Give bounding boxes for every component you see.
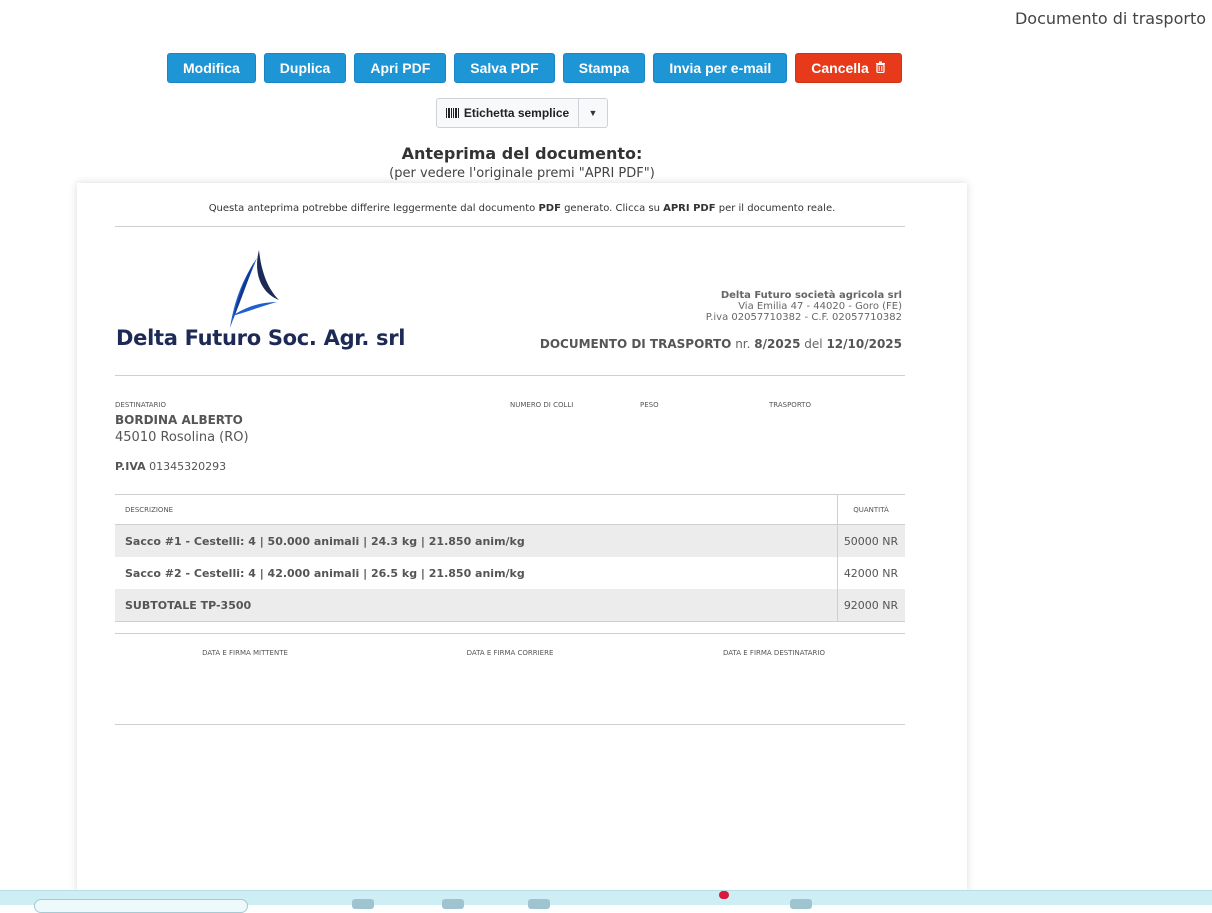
label-packages: NUMERO DI COLLI [510, 401, 574, 409]
delete-button-label: Cancella [811, 60, 869, 76]
carrier-signature-label: DATA E FIRMA CORRIERE [466, 649, 554, 657]
print-button[interactable]: Stampa [562, 53, 646, 83]
label-transport: TRASPORTO [769, 401, 811, 409]
notice-text: per il documento reale. [715, 203, 836, 214]
subtotal-quantity: 92000 NR [837, 589, 905, 622]
divider [115, 375, 905, 376]
recipient-vat: P.IVA 01345320293 [115, 460, 226, 473]
divider [115, 226, 905, 227]
document-number-line: DOCUMENTO DI TRASPORTO nr. 8/2025 del 12… [540, 337, 902, 351]
preview-notice: Questa anteprima potrebbe differire legg… [77, 203, 967, 214]
label-select-value: Etichetta semplice [463, 106, 570, 120]
vat-label: P.IVA [115, 460, 146, 473]
sender-signature-label: DATA E FIRMA MITTENTE [202, 649, 288, 657]
taskbar-app-icon[interactable] [352, 899, 374, 909]
taskbar-app-icon[interactable] [790, 899, 812, 909]
notice-text: Questa anteprima potrebbe differire legg… [208, 203, 539, 214]
delete-button[interactable]: Cancella [795, 53, 902, 83]
table-header-row: DESCRIZIONE QUANTITÀ [115, 494, 905, 525]
edit-button[interactable]: Modifica [167, 53, 256, 83]
column-header-quantity: QUANTITÀ [837, 494, 905, 525]
subtotal-row: SUBTOTALE TP-3500 92000 NR [115, 589, 905, 622]
subtotal-description: SUBTOTALE TP-3500 [115, 589, 838, 622]
page-title: Documento di trasporto [1014, 9, 1206, 28]
table-row: Sacco #1 - Cestelli: 4 | 50.000 animali … [115, 524, 905, 557]
document-date: 12/10/2025 [826, 337, 902, 351]
os-taskbar [0, 890, 1212, 913]
preview-title: Anteprima del documento: [401, 144, 643, 163]
row-quantity: 50000 NR [837, 524, 905, 557]
recipient-name: BORDINA ALBERTO [115, 413, 243, 427]
taskbar-app-icon[interactable] [442, 899, 464, 909]
recipient-city: 45010 Rosolina (RO) [115, 430, 249, 445]
barcode-icon [445, 108, 459, 118]
table-row: Sacco #2 - Cestelli: 4 | 42.000 animali … [115, 557, 905, 589]
save-pdf-button[interactable]: Salva PDF [454, 53, 555, 83]
label-type-select: Etichetta semplice ▼ [436, 98, 608, 128]
open-pdf-button[interactable]: Apri PDF [354, 53, 447, 83]
recipient-signature-label: DATA E FIRMA DESTINATARIO [723, 649, 825, 657]
notice-text: generato. Clicca su [560, 203, 664, 214]
sender-info: Delta Futuro società agricola srl Via Em… [706, 290, 902, 323]
send-email-button[interactable]: Invia per e-mail [653, 53, 788, 83]
column-header-description: DESCRIZIONE [115, 494, 838, 525]
document-preview: Questa anteprima potrebbe differire legg… [77, 183, 967, 893]
row-description: Sacco #2 - Cestelli: 4 | 42.000 animali … [125, 566, 525, 580]
document-type: DOCUMENTO DI TRASPORTO [539, 337, 732, 351]
sender-name: Delta Futuro società agricola srl [720, 290, 902, 301]
label-select-main-button[interactable]: Etichetta semplice [437, 99, 578, 127]
sender-address: Via Emilia 47 - 44020 - Goro (FE) [738, 301, 902, 312]
row-description: Sacco #1 - Cestelli: 4 | 50.000 animali … [115, 524, 838, 557]
divider [115, 724, 905, 725]
doc-date-label: del [804, 337, 823, 351]
vat-number: 01345320293 [149, 460, 227, 473]
notice-pdf: PDF [538, 203, 561, 214]
trash-icon [875, 61, 886, 76]
document-number: 8/2025 [754, 337, 801, 351]
duplicate-button[interactable]: Duplica [263, 53, 347, 83]
company-logo-text: Delta Futuro Soc. Agr. srl [116, 326, 406, 350]
doc-nr-label: nr. [735, 337, 751, 351]
notice-apri-pdf: APRI PDF [663, 203, 716, 214]
divider [115, 633, 905, 634]
preview-subtitle: (per vedere l'originale premi "APRI PDF"… [389, 166, 655, 181]
label-recipient: DESTINATARIO [115, 401, 167, 409]
notification-badge-icon [719, 891, 729, 899]
sender-tax: P.iva 02057710382 - C.F. 02057710382 [705, 312, 902, 323]
caret-down-icon[interactable]: ▼ [578, 99, 607, 127]
items-table: DESCRIZIONE QUANTITÀ Sacco #1 - Cestelli… [115, 494, 905, 622]
action-toolbar: Modifica Duplica Apri PDF Salva PDF Stam… [167, 53, 902, 83]
sail-logo-icon [230, 250, 279, 328]
taskbar-app-icon[interactable] [528, 899, 550, 909]
label-weight: PESO [640, 401, 659, 409]
row-quantity: 42000 NR [837, 557, 905, 589]
taskbar-search[interactable] [34, 899, 248, 913]
